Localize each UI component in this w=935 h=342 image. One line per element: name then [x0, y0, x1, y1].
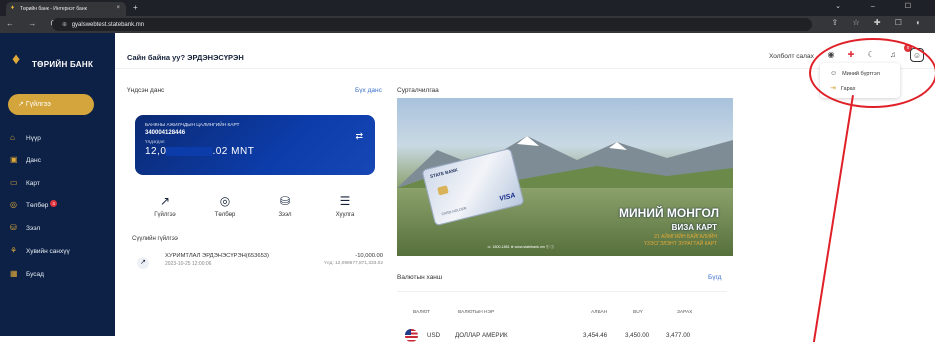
quick-statement-button[interactable]: ☰ Хуулга	[315, 194, 375, 218]
promo-title: Сурталчилгаа	[397, 87, 439, 94]
card-type: БАНКНЫ АЖИЛЧДЫН ЦАЛИНГИЙН КАРТ	[145, 123, 240, 128]
transaction-date: 2023-10-25 12:00:06	[165, 261, 212, 267]
browser-tab[interactable]: ♦ Төрийн банк - Интернэт банк ×	[6, 2, 126, 16]
browser-toolbar-icons[interactable]: ⇪ ☆ ✚ ☐ ◐	[832, 18, 927, 27]
quick-loan-button[interactable]: ⛁ Зээл	[255, 194, 315, 218]
sidebar-item-finance[interactable]: ⚘ Хувийн санхүү	[10, 246, 110, 260]
sidebar-item-label: Зээл	[26, 225, 41, 232]
tab-close-icon[interactable]: ×	[116, 5, 120, 11]
address-bar: ← → C ⊕ gyalswebtest.statebank.mn ⇪ ☆ ✚ …	[0, 16, 935, 33]
transfer-button-label: Гүйлгээ	[25, 101, 51, 108]
promo-line-2: ҮЗЭСГЭЛЭНТ ЗУРАГТАЙ КАРТ	[644, 241, 717, 247]
url-field[interactable]: ⊕ gyalswebtest.statebank.mn	[52, 18, 812, 31]
browser-tab-bar: ♦ Төрийн банк - Интернэт банк × + ⌄ – ☐	[0, 0, 935, 16]
transfer-icon: ↗	[159, 194, 171, 208]
header-currency: ВАЛЮТ	[413, 310, 430, 315]
account-number: 340004128446	[145, 130, 186, 136]
sidebar-item-loan[interactable]: ⛁ Зээл	[10, 223, 110, 237]
quick-transfer-button[interactable]: ↗ Гүйлгээ	[135, 194, 195, 218]
soyombo-icon: ♦	[12, 51, 21, 68]
sidebar-item-label: Төлбөр	[26, 202, 49, 209]
account-icon: ▣	[10, 155, 18, 164]
all-rates-link[interactable]: Бүгд	[708, 274, 721, 281]
transaction-description: ХУРИМТЛАЛ ЭРДЭНЭСҮРЭН(653653)	[165, 253, 269, 259]
balance-value: 12,0 .02 MNT	[145, 146, 365, 157]
sidebar-item-label: Бусад	[26, 271, 44, 278]
quick-action-label: Зээл	[278, 212, 292, 218]
payment-badge: 4	[50, 200, 58, 207]
chip-icon	[437, 185, 449, 196]
balance-label: Үлдэгдэл	[145, 139, 165, 144]
header-currency-name: ВАЛЮТЫН НЭР	[458, 310, 495, 315]
exchange-rates-title: Валютын ханш	[397, 274, 443, 281]
header-official: АЛБАН	[591, 310, 608, 315]
logout-link[interactable]: Холболт салах	[769, 53, 814, 60]
promo-headline: МИНИЙ МОНГОЛ	[619, 206, 719, 220]
header-sell: ЗАРАХ	[677, 310, 693, 315]
transaction-row[interactable]: ↗ ХУРИМТЛАЛ ЭРДЭНЭСҮРЭН(653653) 2023-10-…	[129, 249, 383, 275]
new-tab-button[interactable]: +	[133, 3, 138, 12]
sidebar-item-label: Хувийн санхүү	[26, 248, 70, 255]
sidebar-item-payment[interactable]: ◎ Төлбөр 4	[10, 200, 110, 214]
promo-line-1: 21 АЙМГИЙН БАЙГАЛИЙН	[654, 234, 717, 240]
main-account-title: Үндсэн данс	[127, 87, 165, 94]
main-content: Сайн байна уу? ЭРДЭНЭСҮРЭН Холболт салах…	[115, 33, 935, 342]
sidebar: ♦ ТӨРИЙН БАНК ↗ Гүйлгээ ⌂ Нүүр ▣ Данс ▭ Кар…	[0, 33, 115, 336]
card-holder: CARD HOLDER	[441, 206, 467, 217]
promo-footer: ☏ 1800-1881 ⊕ www.statebank.mn ⓕ ⓘ	[487, 245, 555, 249]
tab-title: Төрийн банк - Интернэт банк	[20, 6, 87, 12]
window-controls[interactable]: ⌄ – ☐	[835, 2, 925, 10]
transaction-amount: -10,000.00	[355, 253, 383, 259]
exchange-rates-table: ВАЛЮТ ВАЛЮТЫН НЭР АЛБАН BUY ЗАРАХ USD ДО…	[397, 291, 727, 342]
transfer-button[interactable]: ↗ Гүйлгээ	[8, 94, 94, 115]
logo-text: ТӨРИЙН БАНК	[32, 60, 94, 69]
quick-action-label: Төлбөр	[214, 212, 236, 218]
promo-banner[interactable]: STATE BANK STATE BANK VISA CARD HOLDER М…	[397, 98, 733, 256]
visa-logo: VISA	[498, 192, 517, 203]
card-icon: ▭	[10, 178, 18, 187]
loan-icon: ⛁	[279, 194, 291, 208]
sidebar-item-card[interactable]: ▭ Карт	[10, 178, 110, 192]
balance-end: .02 MNT	[212, 146, 255, 157]
card-brand: STATE BANK	[429, 167, 459, 179]
sidebar-item-home[interactable]: ⌂ Нүүр	[10, 133, 110, 147]
payment-icon: ◎	[10, 200, 17, 209]
sidebar-item-account[interactable]: ▣ Данс	[10, 155, 110, 169]
greeting-text: Сайн байна уу? ЭРДЭНЭСҮРЭН	[127, 53, 244, 62]
statement-icon: ☰	[339, 194, 351, 208]
highlight-circle-annotation	[809, 38, 935, 108]
quick-payment-button[interactable]: ◎ Төлбөр	[195, 194, 255, 218]
home-icon: ⌂	[10, 133, 15, 142]
recent-transactions-title: Сүүлийн гүйлгээ	[132, 236, 178, 242]
sidebar-item-label: Карт	[26, 180, 40, 187]
bank-logo[interactable]: ♦ ТӨРИЙН БАНК	[10, 49, 110, 79]
account-card[interactable]: БАНКНЫ АЖИЛЧДЫН ЦАЛИНГИЙН КАРТ 340004128…	[135, 115, 375, 175]
finance-icon: ⚘	[10, 246, 18, 255]
quick-action-label: Хуулга	[335, 212, 355, 218]
header-buy: BUY	[633, 310, 643, 315]
balance-mask	[166, 146, 213, 156]
bank-favicon-icon: ♦	[11, 5, 15, 11]
transaction-remaining: Үлд: 12,098977,871,333.02	[324, 261, 383, 266]
transfer-arrow-icon: ↗	[18, 101, 26, 108]
sidebar-item-label: Данс	[26, 157, 41, 164]
swap-account-icon[interactable]: ⇄	[355, 131, 363, 142]
sidebar-item-more[interactable]: ▦ Бусад	[10, 269, 110, 283]
outgoing-arrow-icon: ↗	[137, 257, 149, 269]
lock-icon: ⊕	[62, 22, 68, 28]
loan-icon: ⛁	[10, 223, 17, 232]
all-accounts-link[interactable]: Бүх данс	[355, 87, 382, 94]
quick-action-label: Гүйлгээ	[154, 212, 176, 218]
highlight-line-annotation	[812, 95, 854, 342]
balance-start: 12,0	[145, 146, 167, 157]
promo-subheadline: ВИЗА КАРТ	[671, 223, 717, 232]
url-text: gyalswebtest.statebank.mn	[71, 22, 145, 28]
payment-icon: ◎	[219, 194, 231, 208]
sidebar-item-label: Нүүр	[26, 135, 41, 142]
more-icon: ▦	[10, 269, 18, 278]
